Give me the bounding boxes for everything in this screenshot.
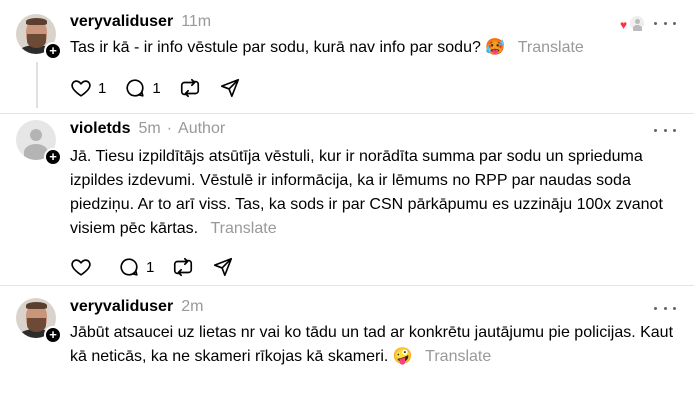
hot-face-emoji: 🥵 — [485, 39, 506, 56]
like-button[interactable] — [70, 256, 92, 278]
reply-button[interactable]: 1 — [118, 256, 154, 278]
action-bar: 1 — [70, 255, 252, 279]
reaction-avatar — [628, 14, 646, 32]
avatar-violetds[interactable]: + — [16, 120, 62, 166]
like-button[interactable]: 1 — [70, 77, 106, 99]
timestamp[interactable]: 11m — [181, 13, 211, 31]
comment-text-content: Jābūt atsaucei uz lietas nr vai ko tādu … — [70, 324, 674, 365]
like-count: 1 — [98, 79, 107, 97]
translate-link[interactable]: Translate — [518, 39, 584, 56]
action-bar: 1 1 — [70, 76, 259, 100]
zany-face-emoji: 🤪 — [392, 348, 413, 365]
reply-count: 1 — [152, 79, 161, 97]
comment-text: Tas ir kā - ir info vēstule par sodu, ku… — [70, 36, 680, 60]
translate-link[interactable]: Translate — [211, 220, 277, 237]
thread-line — [36, 62, 38, 108]
avatar-veryvaliduser[interactable]: + — [16, 298, 62, 344]
timestamp[interactable]: 2m — [181, 298, 203, 316]
username[interactable]: veryvaliduser — [70, 298, 173, 316]
more-options-button[interactable] — [654, 125, 676, 135]
repost-button[interactable] — [172, 256, 194, 278]
divider — [0, 285, 694, 286]
comment-header: veryvaliduser 2m — [70, 296, 203, 318]
repost-button[interactable] — [179, 77, 201, 99]
send-icon — [220, 78, 239, 98]
translate-link[interactable]: Translate — [425, 348, 491, 365]
share-button[interactable] — [212, 256, 234, 278]
comment-text: Jābūt atsaucei uz lietas nr vai ko tādu … — [70, 321, 676, 369]
send-icon — [214, 257, 233, 277]
repost-icon — [174, 257, 193, 277]
reaction-indicator[interactable]: ♥ — [620, 14, 646, 32]
separator-dot: · — [166, 120, 173, 137]
reply-button[interactable]: 1 — [124, 77, 161, 99]
avatar-veryvaliduser[interactable]: + — [16, 14, 62, 60]
heart-icon — [71, 80, 91, 97]
more-options-button[interactable] — [654, 18, 676, 28]
more-options-button[interactable] — [654, 303, 676, 313]
follow-plus-icon[interactable]: + — [44, 326, 62, 344]
comment-header: veryvaliduser 11m — [70, 11, 211, 33]
share-button[interactable] — [219, 77, 241, 99]
username[interactable]: veryvaliduser — [70, 13, 173, 31]
heart-icon — [71, 259, 91, 276]
comment-text: Jā. Tiesu izpildītājs atsūtīja vēstuli, … — [70, 145, 676, 241]
comment-icon — [126, 79, 144, 97]
comment-icon — [120, 258, 138, 276]
divider — [0, 113, 694, 114]
author-badge: Author — [178, 120, 226, 137]
follow-plus-icon[interactable]: + — [44, 148, 62, 166]
reply-count: 1 — [146, 258, 155, 276]
follow-plus-icon[interactable]: + — [44, 42, 62, 60]
comment-header: violetds 5m · Author — [70, 118, 225, 140]
username[interactable]: violetds — [70, 120, 130, 138]
repost-icon — [180, 78, 199, 98]
heart-reaction-icon: ♥ — [620, 18, 628, 32]
timestamp[interactable]: 5m — [138, 120, 160, 138]
comment-text-content: Jā. Tiesu izpildītājs atsūtīja vēstuli, … — [70, 148, 663, 237]
comment-text-content: Tas ir kā - ir info vēstule par sodu, ku… — [70, 39, 481, 56]
